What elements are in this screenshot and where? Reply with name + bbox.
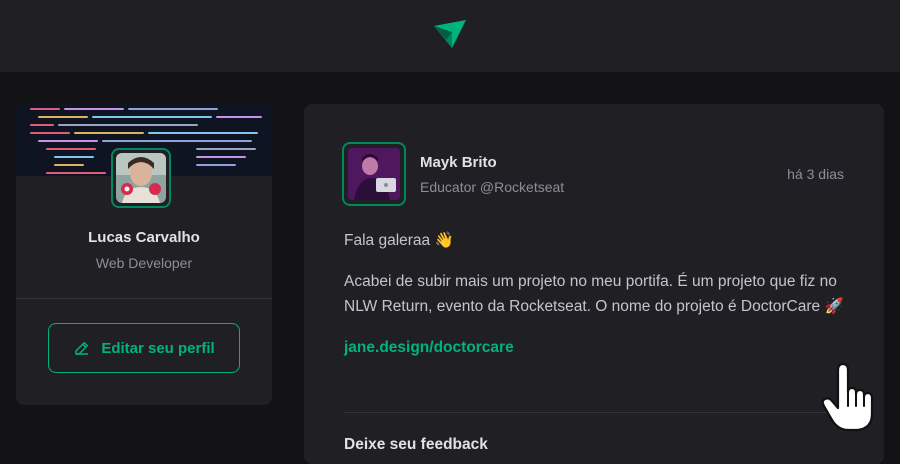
post-content: Fala galeraa 👋 Acabei de subir mais um p… — [344, 228, 844, 376]
profile-photo — [116, 153, 166, 203]
app-header — [0, 0, 900, 72]
pencil-icon — [75, 342, 89, 355]
hand-cursor-icon — [821, 362, 874, 432]
edit-profile-label: Editar seu perfil — [101, 339, 215, 357]
post-card: Mayk Brito Educator @Rocketseat há 3 dia… — [304, 104, 884, 464]
feedback-title: Deixe seu feedback — [344, 436, 488, 453]
profile-avatar[interactable] — [111, 148, 171, 208]
logo-icon[interactable] — [432, 18, 468, 54]
sidebar-divider — [16, 298, 272, 299]
post-time: há 3 dias — [787, 166, 844, 182]
author-name: Mayk Brito — [420, 154, 497, 171]
profile-name: Lucas Carvalho — [88, 229, 200, 246]
post-paragraph: Fala galeraa 👋 — [344, 232, 454, 249]
post-divider — [344, 412, 844, 413]
post-paragraph: Acabei de subir mais um projeto no meu p… — [344, 273, 844, 315]
author-avatar[interactable] — [342, 142, 406, 206]
edit-profile-button[interactable]: Editar seu perfil — [48, 323, 240, 373]
author-photo — [348, 148, 400, 200]
profile-role: Web Developer — [95, 255, 193, 271]
post-link[interactable]: jane.design/doctorcare — [344, 339, 514, 356]
author-role: Educator @Rocketseat — [420, 179, 565, 195]
profile-sidebar: Lucas Carvalho Web Developer Editar seu … — [16, 104, 272, 405]
